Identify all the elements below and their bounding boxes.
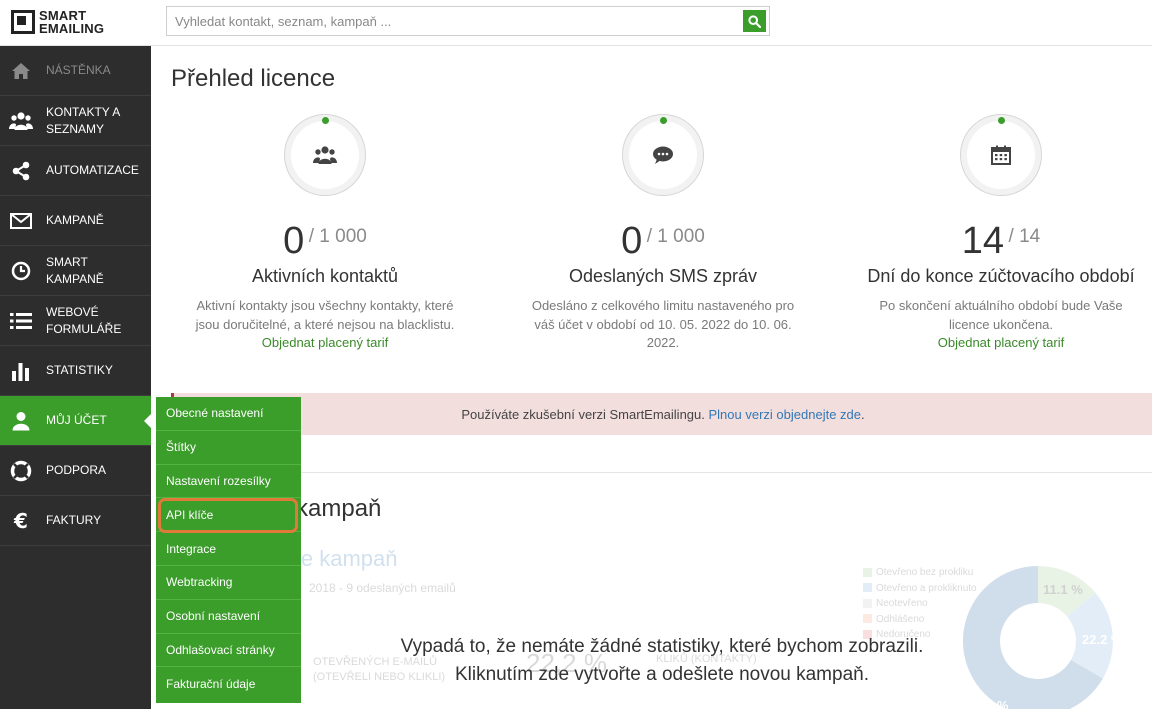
- card-title: Aktivních kontaktů: [251, 266, 399, 286]
- sidebar-item-smart-campaigns[interactable]: SMART KAMPANĚ: [0, 246, 151, 296]
- card-description: Po skončení aktuálního období bude Vaše …: [861, 297, 1141, 353]
- sidebar-item-automation[interactable]: AUTOMATIZACE: [0, 146, 151, 196]
- legend-item: Neotevřeno: [863, 596, 977, 612]
- count-limit: / 14: [1008, 226, 1041, 247]
- order-paid-plan-link[interactable]: Objednat placený tarif: [185, 334, 465, 353]
- sidebar-item-label: PODPORA: [46, 463, 107, 477]
- divider: [171, 472, 1152, 473]
- submenu-item-general-settings[interactable]: Obecné nastavení: [156, 397, 301, 431]
- user-icon: [9, 409, 33, 433]
- sidebar-item-web-forms[interactable]: WEBOVÉ FORMULÁŘE: [0, 296, 151, 346]
- sidebar-item-support[interactable]: PODPORA: [0, 446, 151, 496]
- submenu-item-integrations[interactable]: Integrace: [156, 532, 301, 566]
- search-input[interactable]: [167, 7, 737, 35]
- card-title: Dní do konce zúčtovacího období: [867, 266, 1135, 286]
- submenu-item-tags[interactable]: Štítky: [156, 431, 301, 465]
- page-title: Přehled licence: [171, 65, 336, 92]
- list-icon: [9, 309, 33, 333]
- home-icon: [9, 59, 33, 83]
- submenu-item-webtracking[interactable]: Webtracking: [156, 566, 301, 600]
- legend-item: Otevřeno bez prokliku: [863, 565, 977, 581]
- logo-line-2: EMAILING: [39, 21, 105, 36]
- submenu-item-sending-settings[interactable]: Nastavení rozesílky: [156, 465, 301, 499]
- sidebar-item-label: MŮJ ÚČET: [46, 413, 107, 427]
- license-count: 0 / 1 000: [165, 220, 485, 262]
- euro-icon: €: [14, 508, 28, 533]
- trial-banner: Používáte zkušební verzi SmartEmailingu.…: [171, 393, 1152, 435]
- submenu-item-billing-details[interactable]: Fakturační údaje: [156, 667, 301, 701]
- pie-label: 66.7 %: [968, 698, 1009, 709]
- sidebar-item-label: KONTAKTY A SEZNAMY: [46, 104, 120, 136]
- sidebar-item-label: AUTOMATIZACE: [46, 163, 139, 177]
- main-content: Přehled licence 0 / 1 000 Aktivních kont…: [151, 46, 1152, 709]
- envelope-icon: [9, 209, 33, 233]
- card-description-text: Aktivní kontakty jsou všechny kontakty, …: [195, 298, 455, 332]
- section-title: kampaň: [296, 495, 382, 522]
- sidebar-item-label: WEBOVÉ FORMULÁŘE: [46, 304, 122, 336]
- sidebar-item-nastenka[interactable]: NÁSTĚNKA: [0, 46, 151, 96]
- license-card-sms: 0 / 1 000 Odeslaných SMS zpráv Odesláno …: [503, 114, 823, 353]
- faded-subtitle: je kampaň: [296, 546, 398, 571]
- legend-item: Odhlášeno: [863, 612, 977, 628]
- submenu-item-unsubscribe-pages[interactable]: Odhlašovací stránky: [156, 634, 301, 668]
- sidebar: NÁSTĚNKA KONTAKTY A SEZNAMY AUTOMATIZACE…: [0, 46, 151, 709]
- search-box: [166, 6, 770, 36]
- chat-icon: [623, 115, 703, 195]
- faded-meta: 2018 - 9 odeslaných emailů: [309, 581, 456, 595]
- share-icon: [9, 159, 33, 183]
- empty-stats-line-2: Kliknutím zde vytvořte a odešlete novou …: [454, 664, 869, 685]
- search-button[interactable]: [743, 10, 766, 32]
- card-description-text: Po skončení aktuálního období bude Vaše …: [879, 298, 1123, 332]
- progress-ring: [622, 114, 704, 196]
- pie-label: 11.1 %: [1043, 582, 1083, 597]
- empty-stats-line-1: Vypadá to, že nemáte žádné statistiky, k…: [400, 636, 924, 657]
- faded-legend: Otevřeno bez prokliku Otevřeno a proklik…: [863, 565, 977, 643]
- progress-ring: [960, 114, 1042, 196]
- card-title: Odeslaných SMS zpráv: [568, 266, 758, 286]
- count-value: 0: [283, 220, 305, 262]
- license-count: 0 / 1 000: [503, 220, 823, 262]
- sidebar-item-statistics[interactable]: STATISTIKY: [0, 346, 151, 396]
- card-description: Aktivní kontakty jsou všechny kontakty, …: [185, 297, 465, 353]
- legend-item: Otevřeno a prokliknuto: [863, 581, 977, 597]
- account-submenu: Obecné nastavení Štítky Nastavení rozesí…: [156, 397, 301, 703]
- empty-stats-message[interactable]: Vypadá to, že nemáte žádné statistiky, k…: [302, 633, 1022, 689]
- count-value: 0: [621, 220, 643, 262]
- clock-icon: [9, 259, 33, 283]
- sidebar-item-label: FAKTURY: [46, 513, 102, 527]
- sidebar-item-label: NÁSTĚNKA: [46, 63, 111, 77]
- top-bar: SMART EMAILING: [0, 0, 1152, 46]
- card-description: Odesláno z celkového limitu nastaveného …: [531, 298, 795, 350]
- lifebuoy-icon: [9, 459, 33, 483]
- order-paid-plan-link[interactable]: Objednat placený tarif: [861, 334, 1141, 353]
- sidebar-item-my-account[interactable]: MŮJ ÚČET: [0, 396, 151, 446]
- sidebar-item-campaigns[interactable]: KAMPANĚ: [0, 196, 151, 246]
- users-icon: [285, 115, 365, 195]
- sidebar-item-label: STATISTIKY: [46, 363, 113, 377]
- progress-ring: [284, 114, 366, 196]
- pie-label: 22.2 %: [1082, 632, 1113, 647]
- calendar-icon: [961, 115, 1041, 195]
- submenu-item-personal-settings[interactable]: Osobní nastavení: [156, 600, 301, 634]
- sidebar-item-label: SMART KAMPANĚ: [46, 254, 104, 286]
- count-limit: / 1 000: [646, 226, 705, 247]
- sidebar-item-invoices[interactable]: € FAKTURY: [0, 496, 151, 546]
- license-card-billing: 14 / 14 Dní do konce zúčtovacího období …: [841, 114, 1152, 353]
- count-limit: / 1 000: [308, 226, 367, 247]
- license-count: 14 / 14: [841, 220, 1152, 262]
- trial-order-link[interactable]: Plnou verzi objednejte zde: [709, 407, 862, 422]
- search-icon: [748, 14, 761, 28]
- logo-mark-icon: [11, 10, 35, 34]
- submenu-item-api-keys[interactable]: API klíče: [156, 498, 301, 533]
- bar-chart-icon: [9, 359, 33, 383]
- logo[interactable]: SMART EMAILING: [11, 9, 111, 37]
- count-value: 14: [961, 220, 1005, 262]
- sidebar-item-contacts[interactable]: KONTAKTY A SEZNAMY: [0, 96, 151, 146]
- trial-text: Používáte zkušební verzi SmartEmailingu.: [461, 406, 705, 422]
- license-card-contacts: 0 / 1 000 Aktivních kontaktů Aktivní kon…: [165, 114, 485, 353]
- sidebar-item-label: KAMPANĚ: [46, 213, 104, 227]
- users-icon: [9, 109, 33, 133]
